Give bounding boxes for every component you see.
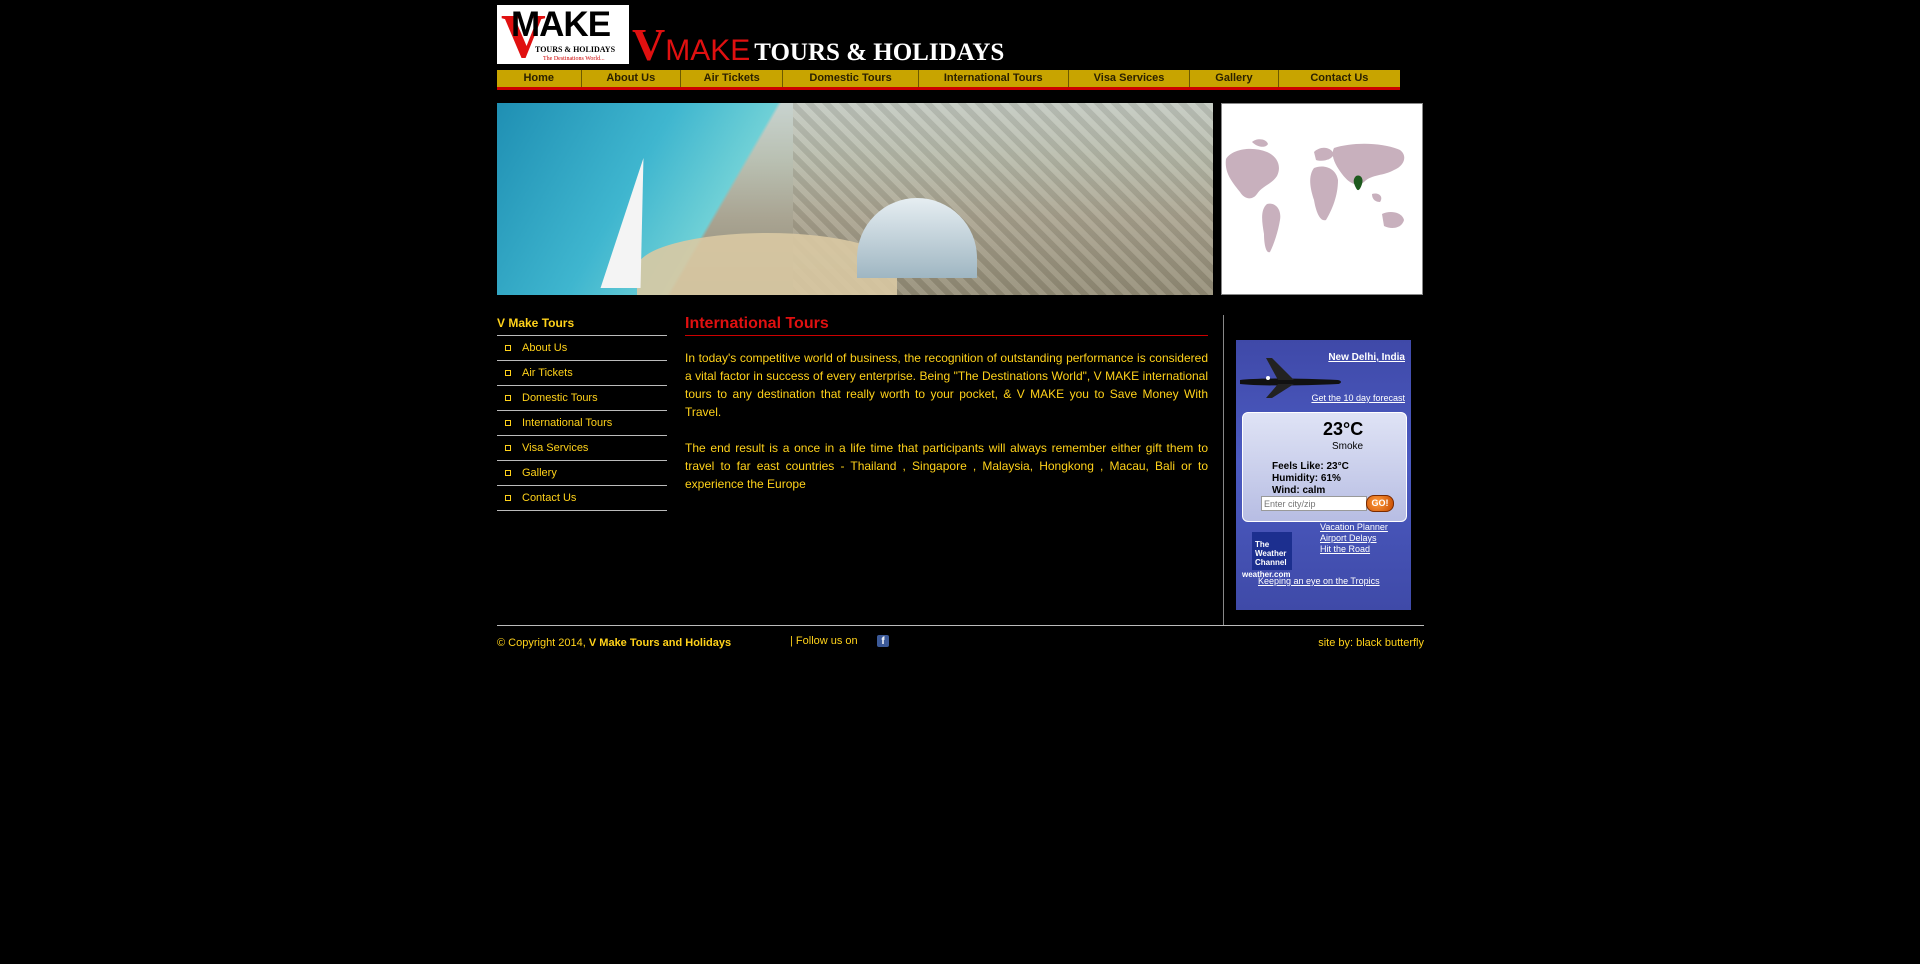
sidebar-item-domestic-tours[interactable]: Domestic Tours — [497, 386, 667, 411]
bullet-icon — [505, 445, 511, 451]
weather-links: Vacation Planner Airport Delays Hit the … — [1320, 522, 1388, 555]
content-paragraph-2: The end result is a once in a life time … — [685, 441, 1208, 491]
sidebar-item-label: International Tours — [522, 417, 613, 429]
brand-title: VMAKE TOURS & HOLIDAYS — [632, 18, 1004, 71]
weather-temperature: 23°C — [1323, 419, 1364, 439]
bullet-icon — [505, 395, 511, 401]
weather-forecast-link[interactable]: Get the 10 day forecast — [1311, 393, 1405, 403]
weather-condition: Smoke — [1332, 441, 1364, 452]
logo-line-3: Channel — [1255, 558, 1287, 567]
logo-subtagline: The Destinations World... — [543, 56, 605, 62]
bullet-icon — [505, 470, 511, 476]
bullet-icon — [505, 495, 511, 501]
world-map-icon — [1225, 139, 1405, 253]
site-credit[interactable]: site by: black butterfly — [1318, 637, 1424, 649]
main-nav: Home About Us Air Tickets Domestic Tours… — [497, 70, 1400, 90]
hit-the-road-link[interactable]: Hit the Road — [1320, 544, 1388, 555]
sidebar-item-label: About Us — [522, 342, 568, 354]
weather-feels-like: Feels Like: 23°C — [1272, 461, 1349, 472]
vacation-planner-link[interactable]: Vacation Planner — [1320, 522, 1388, 533]
facebook-icon[interactable]: f — [877, 635, 889, 647]
banner-image — [497, 103, 1213, 295]
nav-air-tickets[interactable]: Air Tickets — [681, 70, 784, 87]
page-title: International Tours — [685, 315, 1208, 336]
sidebar-item-label: Contact Us — [522, 492, 577, 504]
copyright: © Copyright 2014, V Make Tours and Holid… — [497, 637, 731, 649]
bullet-icon — [505, 370, 511, 376]
footer-divider — [497, 625, 1424, 626]
brand-make: MAKE — [665, 34, 751, 67]
weather-details: Feels Like: 23°C Humidity: 61% Wind: cal… — [1272, 461, 1349, 497]
logo-make-text: MAKE — [511, 5, 611, 44]
nav-domestic-tours[interactable]: Domestic Tours — [783, 70, 919, 87]
weather-city-input[interactable] — [1261, 496, 1367, 511]
weather-panel: 23°C Smoke Feels Like: 23°C Humidity: 61… — [1242, 412, 1407, 522]
nav-visa-services[interactable]: Visa Services — [1069, 70, 1191, 87]
logo-tagline: TOURS & HOLIDAYS — [535, 45, 616, 54]
site-logo[interactable]: V MAKE TOURS & HOLIDAYS The Destinations… — [497, 5, 629, 68]
bullet-icon — [505, 345, 511, 351]
sidebar-item-about-us[interactable]: About Us — [497, 336, 667, 361]
content-paragraph-1: In today's competitive world of business… — [685, 351, 1208, 419]
follow-us-label: | Follow us on — [790, 635, 858, 647]
sidebar-item-label: Gallery — [522, 467, 557, 479]
sidebar-item-visa-services[interactable]: Visa Services — [497, 436, 667, 461]
sidebar-item-label: Visa Services — [522, 442, 589, 454]
nav-contact-us[interactable]: Contact Us — [1279, 70, 1400, 87]
copyright-prefix: © Copyright 2014, — [497, 637, 589, 649]
airport-delays-link[interactable]: Airport Delays — [1320, 533, 1388, 544]
logo-line-2: Weather — [1255, 549, 1287, 558]
sidebar-item-gallery[interactable]: Gallery — [497, 461, 667, 486]
weather-widget: New Delhi, India Get the 10 day forecast… — [1236, 340, 1411, 610]
weather-city-link[interactable]: New Delhi, India — [1328, 352, 1405, 363]
bullet-icon — [505, 420, 511, 426]
sidebar-item-international-tours[interactable]: International Tours — [497, 411, 667, 436]
copyright-company: V Make Tours and Holidays — [588, 637, 732, 649]
sidebar-menu: About Us Air Tickets Domestic Tours Inte… — [497, 335, 667, 511]
weather-channel-logo[interactable]: The Weather Channel — [1252, 532, 1292, 570]
sidebar-item-label: Air Tickets — [522, 367, 573, 379]
tropics-link[interactable]: Keeping an eye on the Tropics — [1258, 576, 1380, 586]
nav-international-tours[interactable]: International Tours — [919, 70, 1069, 87]
column-divider — [1223, 315, 1224, 625]
sidebar-item-contact-us[interactable]: Contact Us — [497, 486, 667, 511]
brand-v: V — [632, 19, 666, 70]
world-map-image — [1221, 103, 1423, 295]
nav-home[interactable]: Home — [497, 70, 582, 87]
sidebar-title: V Make Tours — [497, 316, 575, 330]
brand-rest: TOURS & HOLIDAYS — [754, 39, 1005, 66]
weather-humidity: Humidity: 61% — [1272, 473, 1341, 484]
logo-line-1: The — [1255, 540, 1270, 549]
sidebar-item-air-tickets[interactable]: Air Tickets — [497, 361, 667, 386]
nav-gallery[interactable]: Gallery — [1190, 70, 1279, 87]
nav-about-us[interactable]: About Us — [582, 70, 681, 87]
weather-go-button[interactable]: GO! — [1366, 495, 1394, 512]
sidebar-item-label: Domestic Tours — [522, 392, 598, 404]
